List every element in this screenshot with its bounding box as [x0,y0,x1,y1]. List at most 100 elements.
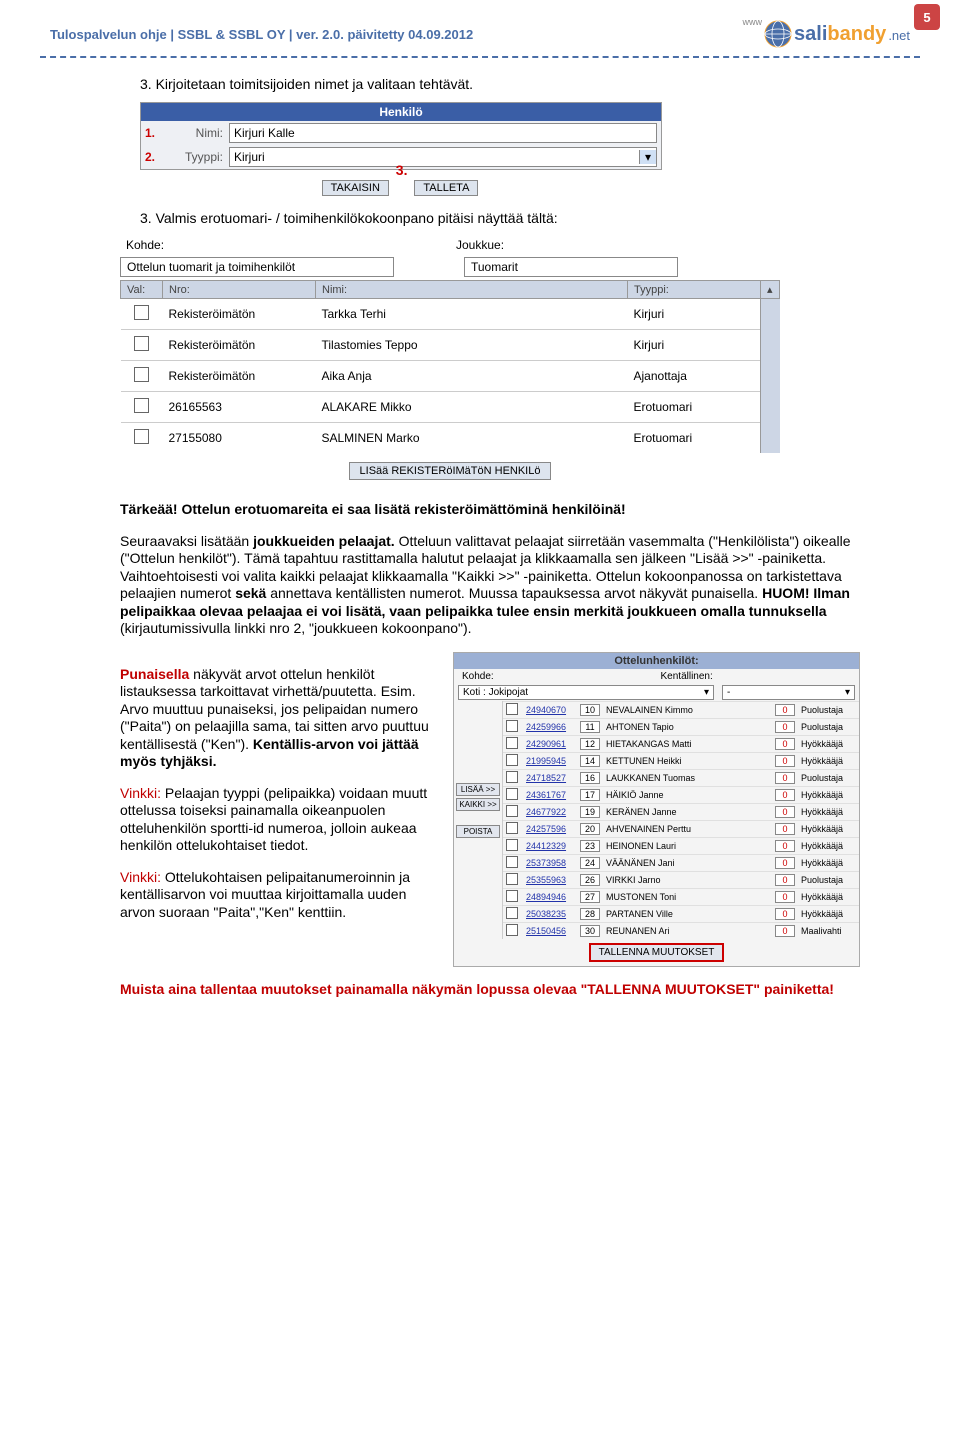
paita-input[interactable]: 12 [580,738,600,750]
ken-input[interactable]: 0 [775,840,795,852]
ken-input[interactable]: 0 [775,925,795,937]
chevron-down-icon: ▾ [639,150,656,164]
tallenna-muutokset-button[interactable]: TALLENNA MUUTOKSET [589,943,725,962]
player-id[interactable]: 24290961 [526,739,566,749]
checkbox[interactable] [134,305,149,320]
player-name: NEVALAINEN Kimmo [603,701,772,718]
ken-input[interactable]: 0 [775,704,795,716]
paita-input[interactable]: 19 [580,806,600,818]
player-id[interactable]: 25355963 [526,875,566,885]
player-type: Puolustaja [798,718,859,735]
roster-row: 2503823528PARTANEN Ville0Hyökkääjä [503,905,859,922]
ken-input[interactable]: 0 [775,874,795,886]
kaikki-button[interactable]: KAIKKI >> [456,798,500,811]
player-id[interactable]: 24412329 [526,841,566,851]
ken-input[interactable]: 0 [775,806,795,818]
player-type: Hyökkääjä [798,820,859,837]
checkbox[interactable] [134,398,149,413]
checkbox[interactable] [506,890,518,902]
roster-row: 2471852716LAUKKANEN Tuomas0Puolustaja [503,769,859,786]
player-id[interactable]: 21995945 [526,756,566,766]
checkbox[interactable] [134,336,149,351]
kohde-select[interactable]: Ottelun tuomarit ja toimihenkilöt [120,257,394,277]
ken-input[interactable]: 0 [775,755,795,767]
paita-input[interactable]: 17 [580,789,600,801]
ken-input[interactable]: 0 [775,721,795,733]
checkbox[interactable] [506,907,518,919]
poista-button[interactable]: POISTA [456,825,500,838]
paita-input[interactable]: 27 [580,891,600,903]
paita-input[interactable]: 20 [580,823,600,835]
paita-input[interactable]: 14 [580,755,600,767]
checkbox[interactable] [506,771,518,783]
roster-kent-dropdown[interactable]: -▾ [722,685,855,700]
paita-input[interactable]: 24 [580,857,600,869]
lisaa-button[interactable]: LISÄÄ >> [456,783,500,796]
player-id[interactable]: 25150456 [526,926,566,936]
player-name: HEINONEN Lauri [603,837,772,854]
checkbox[interactable] [506,703,518,715]
roster-row: 2429096112HIETAKANGAS Matti0Hyökkääjä [503,735,859,752]
paita-input[interactable]: 11 [580,721,600,733]
checkbox[interactable] [506,873,518,885]
checkbox[interactable] [506,822,518,834]
scrollbar[interactable] [761,299,780,454]
tyyppi-dropdown[interactable]: Kirjuri ▾ [229,147,657,167]
ken-input[interactable]: 0 [775,789,795,801]
player-id[interactable]: 24259966 [526,722,566,732]
paita-input[interactable]: 26 [580,874,600,886]
page-number-badge: 5 [914,4,940,30]
checkbox[interactable] [134,429,149,444]
kohde-label: Kohde: [120,238,450,252]
header-title: Tulospalvelun ohje | SSBL & SSBL OY | ve… [50,27,473,42]
roster-row: 2425759620AHVENAINEN Perttu0Hyökkääjä [503,820,859,837]
checkbox[interactable] [506,788,518,800]
scrollbar-up[interactable]: ▴ [761,281,780,299]
player-id[interactable]: 24677922 [526,807,566,817]
checkbox[interactable] [506,720,518,732]
player-type: Hyökkääjä [798,786,859,803]
ken-input[interactable]: 0 [775,772,795,784]
takaisin-button[interactable]: TAKAISIN [322,180,389,196]
joukkue-label: Joukkue: [450,238,780,252]
salibandy-logo: www salibandy.net [743,18,910,50]
checkbox[interactable] [506,856,518,868]
player-name: REUNANEN Ari [603,922,772,939]
col-nimi: Nimi: [316,281,628,299]
checkbox[interactable] [506,737,518,749]
paita-input[interactable]: 30 [580,925,600,937]
player-id[interactable]: 24718527 [526,773,566,783]
roster-table: 2494067010NEVALAINEN Kimmo0Puolustaja242… [503,701,859,939]
paita-input[interactable]: 16 [580,772,600,784]
ken-input[interactable]: 0 [775,738,795,750]
checkbox[interactable] [506,924,518,936]
roster-team-dropdown[interactable]: Koti : Jokipojat▾ [458,685,714,700]
paita-input[interactable]: 28 [580,908,600,920]
player-id[interactable]: 24894946 [526,892,566,902]
add-unregistered-button[interactable]: LISää REKISTERöIMäTöN HENKILö [349,462,552,480]
player-id[interactable]: 24361767 [526,790,566,800]
checkbox[interactable] [134,367,149,382]
checkbox[interactable] [506,839,518,851]
ken-input[interactable]: 0 [775,823,795,835]
roster-row: 2425996611AHTONEN Tapio0Puolustaja [503,718,859,735]
henkilo-buttons: TAKAISIN 3. TALLETA [120,170,680,202]
joukkue-select[interactable]: Tuomarit [464,257,678,277]
ken-input[interactable]: 0 [775,908,795,920]
checkbox[interactable] [506,805,518,817]
nimi-input[interactable]: Kirjuri Kalle [229,123,657,143]
paita-input[interactable]: 23 [580,840,600,852]
checkbox[interactable] [506,754,518,766]
player-id[interactable]: 25038235 [526,909,566,919]
roster-title: Ottelunhenkilöt: [454,653,859,669]
step-3-text: 3. Kirjoitetaan toimitsijoiden nimet ja … [140,76,860,92]
ken-input[interactable]: 0 [775,857,795,869]
player-type: Hyökkääjä [798,837,859,854]
talleta-button[interactable]: TALLETA [414,180,478,196]
ken-input[interactable]: 0 [775,891,795,903]
player-id[interactable]: 24257596 [526,824,566,834]
paita-input[interactable]: 10 [580,704,600,716]
roster-kohde-label: Kohde: [458,671,657,682]
player-id[interactable]: 24940670 [526,705,566,715]
player-id[interactable]: 25373958 [526,858,566,868]
